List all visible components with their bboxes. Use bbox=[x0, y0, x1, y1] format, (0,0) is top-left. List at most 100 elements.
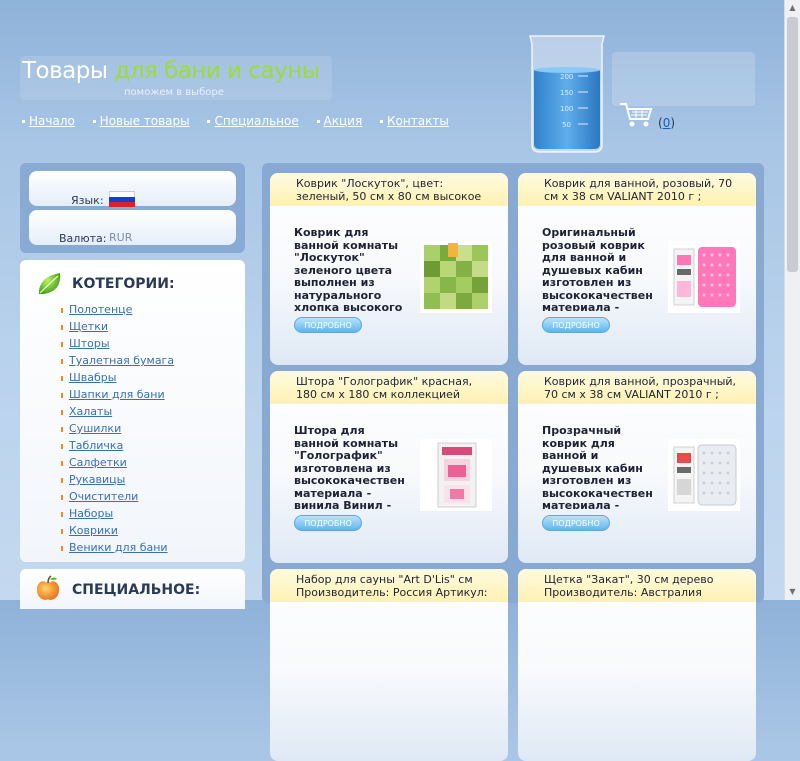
product-description: Штора для ванной комнаты "Голографик" из… bbox=[294, 425, 404, 509]
nav-item-home: Начало bbox=[22, 114, 75, 128]
main-nav: Начало Новые товары Специальное Акция Ко… bbox=[22, 114, 463, 128]
product-image[interactable] bbox=[668, 439, 740, 511]
category-item: Очистители bbox=[61, 488, 174, 505]
nav-link-home[interactable]: Начало bbox=[29, 114, 75, 128]
cart-panel bbox=[612, 52, 755, 106]
categories-box: КОТЕГОРИИ: Полотенце Щетки Шторы Туалетн… bbox=[20, 260, 245, 562]
product-image[interactable] bbox=[420, 439, 492, 511]
nav-bullet-icon bbox=[207, 120, 211, 123]
category-link-robes[interactable]: Халаты bbox=[69, 405, 112, 418]
site-logo[interactable]: Товары для бани и сауны bbox=[22, 58, 320, 84]
product-title[interactable]: Щетка "Закат", 30 см дерево Производител… bbox=[544, 573, 744, 600]
language-field: Язык: bbox=[29, 171, 236, 207]
details-button[interactable]: ПОДРОБНО bbox=[294, 515, 362, 531]
product-image[interactable] bbox=[668, 241, 740, 313]
category-link-sauna-hats[interactable]: Шапки для бани bbox=[69, 388, 165, 401]
category-link-napkins[interactable]: Салфетки bbox=[69, 456, 127, 469]
nav-link-promo[interactable]: Акция bbox=[324, 114, 363, 128]
product-card: Коврик для ванной, розовый, 70 см х 38 с… bbox=[518, 173, 756, 365]
product-card-header: Коврик "Лоскуток", цвет: зеленый, 50 см … bbox=[270, 173, 508, 206]
nav-bullet-icon bbox=[316, 120, 320, 123]
currency-field: Валюта: RUR bbox=[29, 210, 236, 245]
scrollbar-thumb[interactable] bbox=[787, 17, 798, 272]
category-item: Табличка bbox=[61, 437, 174, 454]
category-link-bath-brooms[interactable]: Веники для бани bbox=[69, 541, 168, 554]
category-link-signs[interactable]: Табличка bbox=[69, 439, 123, 452]
product-card-header: Коврик для ванной, розовый, 70 см х 38 с… bbox=[518, 173, 756, 206]
site-header: Товары для бани и сауны поможем в выборе… bbox=[0, 0, 784, 160]
category-item: Полотенце bbox=[61, 301, 174, 318]
nav-link-new-products[interactable]: Новые товары bbox=[100, 114, 190, 128]
product-image[interactable] bbox=[420, 241, 492, 313]
product-title[interactable]: Коврик "Лоскуток", цвет: зеленый, 50 см … bbox=[296, 177, 496, 204]
product-card-header: Коврик для ванной, прозрачный, 70 см х 3… bbox=[518, 371, 756, 404]
category-item: Халаты bbox=[61, 403, 174, 420]
category-link-towels[interactable]: Полотенце bbox=[69, 303, 132, 316]
orange-apple-icon bbox=[36, 575, 60, 600]
category-link-dryers[interactable]: Сушилки bbox=[69, 422, 121, 435]
beaker-mark-150: 150 bbox=[560, 89, 573, 97]
nav-link-contacts[interactable]: Контакты bbox=[387, 114, 449, 128]
category-bullet-icon bbox=[61, 307, 63, 313]
category-bullet-icon bbox=[61, 426, 63, 432]
beaker-mark-200: 200 bbox=[560, 73, 573, 81]
scroll-down-icon[interactable]: ▼ bbox=[785, 584, 800, 600]
category-item: Шапки для бани bbox=[61, 386, 174, 403]
category-bullet-icon bbox=[61, 545, 63, 551]
beaker-mark-50: 50 bbox=[562, 121, 571, 129]
nav-item-specials: Специальное bbox=[207, 114, 299, 128]
product-title[interactable]: Коврик для ванной, розовый, 70 см х 38 с… bbox=[544, 177, 744, 204]
language-label: Язык: bbox=[71, 194, 104, 207]
category-item: Коврики bbox=[61, 522, 174, 539]
currency-label: Валюта: bbox=[59, 232, 107, 245]
product-card: Коврик для ванной, прозрачный, 70 см х 3… bbox=[518, 371, 756, 563]
settings-box: Язык: Валюта: RUR bbox=[20, 163, 245, 253]
category-link-mittens[interactable]: Рукавицы bbox=[69, 473, 125, 486]
details-button[interactable]: ПОДРОБНО bbox=[294, 317, 362, 333]
category-bullet-icon bbox=[61, 494, 63, 500]
category-link-mops[interactable]: Швабры bbox=[69, 371, 116, 384]
product-card: Набор для сауны "Art D'Lis" см Производи… bbox=[270, 569, 508, 761]
categories-title: КОТЕГОРИИ: bbox=[72, 276, 175, 292]
category-link-curtains[interactable]: Шторы bbox=[69, 337, 110, 350]
beaker-icon: 200 150 100 50 bbox=[529, 35, 605, 153]
currency-select[interactable]: RUR bbox=[109, 231, 132, 244]
category-bullet-icon bbox=[61, 443, 63, 449]
category-link-toilet-paper[interactable]: Туалетная бумага bbox=[69, 354, 174, 367]
logo-tagline: поможем в выборе bbox=[124, 87, 224, 98]
product-card-header: Щетка "Закат", 30 см дерево Производител… bbox=[518, 569, 756, 602]
category-item: Швабры bbox=[61, 369, 174, 386]
category-bullet-icon bbox=[61, 477, 63, 483]
product-title[interactable]: Штора "Голографик" красная, 180 см х 180… bbox=[296, 375, 496, 402]
category-bullet-icon bbox=[61, 460, 63, 466]
category-item: Шторы bbox=[61, 335, 174, 352]
green-leaf-icon bbox=[38, 273, 61, 294]
shopping-cart-icon[interactable] bbox=[618, 101, 654, 129]
category-bullet-icon bbox=[61, 375, 63, 381]
product-title[interactable]: Набор для сауны "Art D'Lis" см Производи… bbox=[296, 573, 496, 600]
nav-bullet-icon bbox=[380, 120, 384, 123]
category-bullet-icon bbox=[61, 528, 63, 534]
scroll-up-icon[interactable]: ▲ bbox=[785, 0, 800, 16]
nav-bullet-icon bbox=[22, 120, 25, 123]
category-link-mats[interactable]: Коврики bbox=[69, 524, 118, 537]
details-button[interactable]: ПОДРОБНО bbox=[542, 317, 610, 333]
nav-item-contacts: Контакты bbox=[380, 114, 449, 128]
nav-item-new-products: Новые товары bbox=[92, 114, 190, 128]
category-bullet-icon bbox=[61, 409, 63, 415]
page-scrollbar[interactable]: ▲ ▼ bbox=[784, 0, 800, 600]
category-bullet-icon bbox=[61, 324, 63, 330]
categories-list: Полотенце Щетки Шторы Туалетная бумага Ш… bbox=[61, 301, 174, 556]
product-card-header: Набор для сауны "Art D'Lis" см Производи… bbox=[270, 569, 508, 602]
nav-link-specials[interactable]: Специальное bbox=[214, 114, 298, 128]
category-item: Веники для бани bbox=[61, 539, 174, 556]
category-link-sets[interactable]: Наборы bbox=[69, 507, 113, 520]
product-title[interactable]: Коврик для ванной, прозрачный, 70 см х 3… bbox=[544, 375, 744, 402]
russian-flag-icon[interactable] bbox=[109, 191, 135, 207]
cart-count[interactable]: (0) bbox=[658, 116, 675, 130]
details-button[interactable]: ПОДРОБНО bbox=[542, 515, 610, 531]
nav-bullet-icon bbox=[92, 120, 96, 123]
product-card: Щетка "Закат", 30 см дерево Производител… bbox=[518, 569, 756, 761]
category-link-cleaners[interactable]: Очистители bbox=[69, 490, 138, 503]
category-link-brushes[interactable]: Щетки bbox=[69, 320, 108, 333]
